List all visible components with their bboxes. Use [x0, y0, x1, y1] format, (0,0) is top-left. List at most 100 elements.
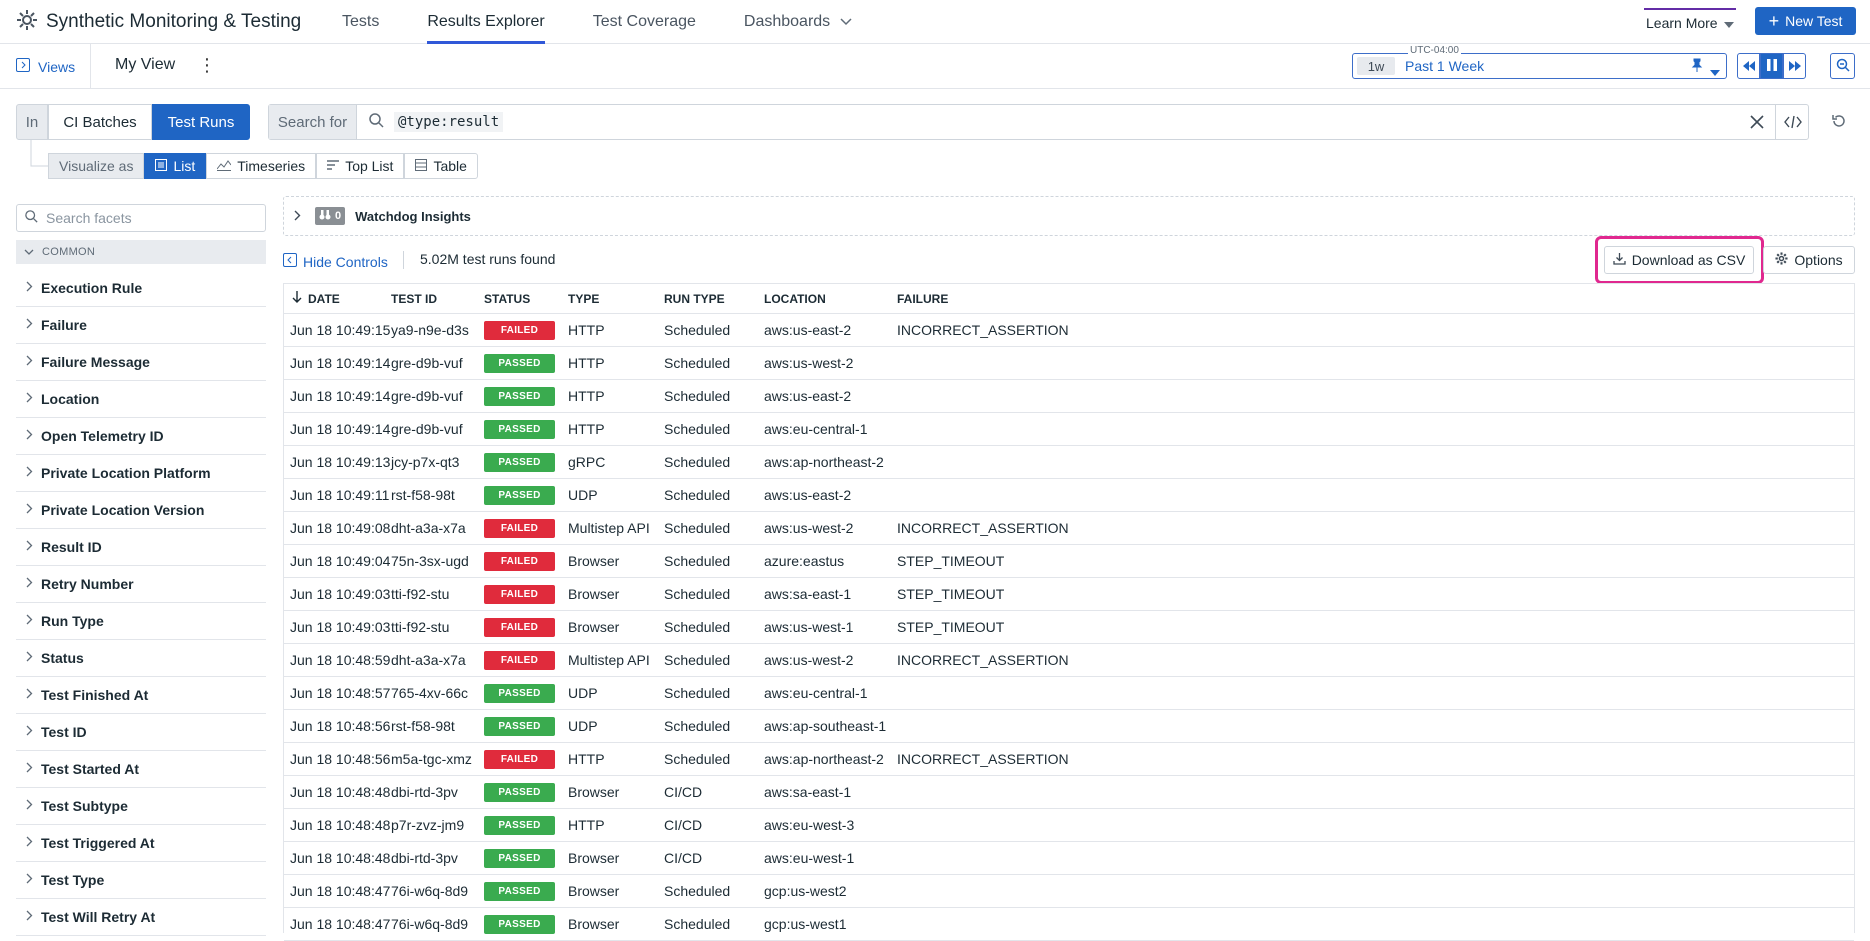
- facet-item[interactable]: Test Triggered At: [16, 825, 266, 862]
- code-view-icon[interactable]: [1775, 105, 1809, 139]
- facet-item[interactable]: Private Location Version: [16, 492, 266, 529]
- chevron-right-icon: [26, 725, 33, 739]
- rewind-button[interactable]: [1737, 53, 1760, 79]
- cell-status: FAILED: [484, 518, 568, 538]
- chevron-down-icon: [840, 13, 852, 31]
- column-failure[interactable]: FAILURE: [897, 292, 1097, 306]
- facet-item[interactable]: Private Location Platform: [16, 455, 266, 492]
- table-header: DATE TEST ID STATUS TYPE RUN TYPE LOCATI…: [284, 284, 1854, 314]
- facet-item[interactable]: Location: [16, 381, 266, 418]
- new-test-button[interactable]: + New Test: [1755, 7, 1856, 35]
- hide-controls-button[interactable]: Hide Controls: [283, 253, 388, 270]
- caret-down-icon[interactable]: [1710, 63, 1720, 79]
- cell-status: PASSED: [484, 782, 568, 802]
- pin-icon[interactable]: [1691, 58, 1703, 75]
- tab-dashboards[interactable]: Dashboards: [720, 0, 876, 44]
- facet-item[interactable]: Retry Number: [16, 566, 266, 603]
- table-row[interactable]: Jun 18 10:49:08 dht-a3a-x7a FAILED Multiste…: [284, 512, 1854, 545]
- facet-item[interactable]: Execution Rule: [16, 270, 266, 307]
- visualize-selector: Visualize as List Timeseries Top List Ta…: [48, 153, 478, 179]
- watchdog-insights-panel[interactable]: 0 Watchdog Insights: [283, 196, 1855, 236]
- table-row[interactable]: Jun 18 10:49:14 gre-d9b-vuf PASSED HTTP Sche…: [284, 413, 1854, 446]
- cell-type: UDP: [568, 685, 598, 701]
- time-range-picker[interactable]: 1w Past 1 Week: [1352, 53, 1727, 79]
- cell-status: PASSED: [484, 815, 568, 835]
- more-options-icon[interactable]: ⋮: [198, 56, 216, 74]
- cell-status: PASSED: [484, 914, 568, 934]
- cell-run-type: Scheduled: [664, 454, 731, 470]
- table-row[interactable]: Jun 18 10:49:13 jcy-p7x-qt3 PASSED gRPC Sche…: [284, 446, 1854, 479]
- table-row[interactable]: Jun 18 10:48:48 p7r-zvz-jm9 PASSED HTTP CI/C…: [284, 809, 1854, 842]
- table-row[interactable]: Jun 18 10:49:14 gre-d9b-vuf PASSED HTTP Sche…: [284, 380, 1854, 413]
- zoom-out-button[interactable]: [1830, 53, 1855, 79]
- facet-item[interactable]: Test Subtype: [16, 788, 266, 825]
- facet-item[interactable]: Result ID: [16, 529, 266, 566]
- table-row[interactable]: Jun 18 10:48:47 76i-w6q-8d9 PASSED Browser S…: [284, 908, 1854, 941]
- facet-label: Private Location Platform: [41, 465, 211, 481]
- table-row[interactable]: Jun 18 10:48:57 765-4xv-66c PASSED UDP Sched…: [284, 677, 1854, 710]
- cell-date: Jun 18 10:49:13: [290, 454, 391, 470]
- table-row[interactable]: Jun 18 10:48:59 dht-a3a-x7a FAILED Multiste…: [284, 644, 1854, 677]
- pause-button[interactable]: [1760, 53, 1783, 79]
- brand[interactable]: Synthetic Monitoring & Testing: [0, 9, 318, 34]
- column-date[interactable]: DATE: [284, 291, 391, 306]
- cell-test-id: p7r-zvz-jm9: [391, 817, 465, 833]
- table-row[interactable]: Jun 18 10:48:56 m5a-tgc-xmz FAILED HTTP Sche…: [284, 743, 1854, 776]
- table-row[interactable]: Jun 18 10:49:15 ya9-n9e-d3s FAILED HTTP Sche…: [284, 314, 1854, 347]
- table-row[interactable]: Jun 18 10:48:56 rst-f58-98t PASSED UDP Sched…: [284, 710, 1854, 743]
- download-csv-button[interactable]: Download as CSV: [1604, 246, 1754, 274]
- views-button[interactable]: Views: [16, 58, 75, 75]
- cell-type: Browser: [568, 784, 620, 800]
- facet-item[interactable]: Test ID: [16, 714, 266, 751]
- facet-item[interactable]: Failure Message: [16, 344, 266, 381]
- view-name[interactable]: My View: [115, 56, 175, 74]
- column-type[interactable]: TYPE: [568, 292, 664, 306]
- facet-item[interactable]: Test Type: [16, 862, 266, 899]
- table-row[interactable]: Jun 18 10:49:11 rst-f58-98t PASSED UDP Sched…: [284, 479, 1854, 512]
- facet-item[interactable]: Failure: [16, 307, 266, 344]
- scope-test-runs[interactable]: Test Runs: [152, 104, 250, 140]
- facet-label: Status: [41, 650, 84, 666]
- scope-ci-batches[interactable]: CI Batches: [48, 104, 152, 140]
- facet-search-input[interactable]: Search facets: [16, 204, 266, 232]
- cell-location: aws:us-west-2: [764, 520, 854, 536]
- cell-date: Jun 18 10:49:14: [290, 388, 391, 404]
- facet-item[interactable]: Run Type: [16, 603, 266, 640]
- facet-item[interactable]: Open Telemetry ID: [16, 418, 266, 455]
- visualize-list[interactable]: List: [144, 153, 207, 179]
- status-badge: FAILED: [484, 618, 555, 637]
- cell-status: FAILED: [484, 551, 568, 571]
- tab-results-explorer[interactable]: Results Explorer: [403, 0, 568, 44]
- facet-item[interactable]: Test Will Retry At: [16, 899, 266, 936]
- learn-more-button[interactable]: Learn More: [1644, 8, 1736, 36]
- table-row[interactable]: Jun 18 10:48:48 dbi-rtd-3pv PASSED Browser C…: [284, 776, 1854, 809]
- facet-item[interactable]: Status: [16, 640, 266, 677]
- column-run-type[interactable]: RUN TYPE: [664, 292, 764, 306]
- column-location[interactable]: LOCATION: [764, 292, 897, 306]
- column-test-id[interactable]: TEST ID: [391, 292, 484, 306]
- facet-item[interactable]: Test Started At: [16, 751, 266, 788]
- table-row[interactable]: Jun 18 10:49:14 gre-d9b-vuf PASSED HTTP Sche…: [284, 347, 1854, 380]
- clear-search-icon[interactable]: [1749, 114, 1765, 133]
- cell-status: PASSED: [484, 716, 568, 736]
- fast-forward-button[interactable]: [1783, 53, 1806, 79]
- table-row[interactable]: Jun 18 10:48:48 dbi-rtd-3pv PASSED Browser C…: [284, 842, 1854, 875]
- tab-test-coverage[interactable]: Test Coverage: [569, 0, 720, 44]
- tab-tests[interactable]: Tests: [318, 0, 403, 44]
- table-row[interactable]: Jun 18 10:48:47 76i-w6q-8d9 PASSED Browser S…: [284, 875, 1854, 908]
- table-row[interactable]: Jun 18 10:49:04 75n-3sx-ugd FAILED Browser S…: [284, 545, 1854, 578]
- column-status[interactable]: STATUS: [484, 292, 568, 306]
- visualize-table[interactable]: Table: [404, 153, 478, 179]
- facet-item[interactable]: Test Finished At: [16, 677, 266, 714]
- table-row[interactable]: Jun 18 10:49:03 tti-f92-stu FAILED Browser S…: [284, 578, 1854, 611]
- search-query[interactable]: @type:result: [394, 112, 504, 132]
- options-button[interactable]: Options: [1763, 246, 1855, 274]
- facet-label: Private Location Version: [41, 502, 205, 518]
- top-nav-bar: Synthetic Monitoring & Testing Tests Res…: [0, 0, 1870, 44]
- facet-group-common[interactable]: COMMON: [16, 240, 266, 264]
- cell-test-id: m5a-tgc-xmz: [391, 751, 472, 767]
- reset-icon[interactable]: [1831, 113, 1847, 132]
- visualize-top-list[interactable]: Top List: [316, 153, 405, 179]
- table-row[interactable]: Jun 18 10:49:03 tti-f92-stu FAILED Browser S…: [284, 611, 1854, 644]
- visualize-timeseries[interactable]: Timeseries: [206, 153, 317, 179]
